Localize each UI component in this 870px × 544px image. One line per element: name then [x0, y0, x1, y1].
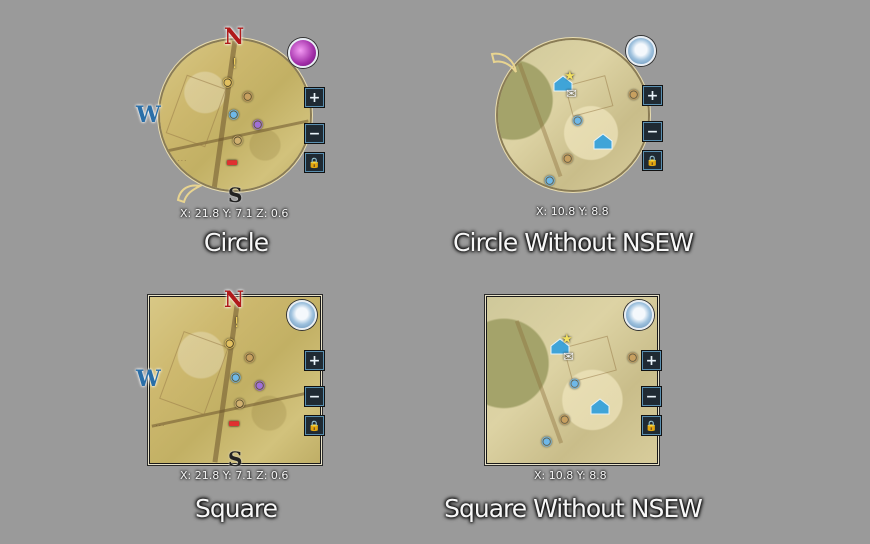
npc-icon[interactable]: ◉	[244, 351, 255, 364]
npc-icon[interactable]: ◉	[541, 435, 552, 448]
west-indicator: W	[136, 102, 161, 128]
aetheryte-icon[interactable]: ◉	[252, 118, 263, 131]
coordinates-readout: X: 10.8 Y: 8.8	[534, 469, 607, 482]
player-marker-icon: ▬	[228, 416, 241, 431]
zoom-out-button[interactable]: −	[305, 124, 324, 143]
npc-icon[interactable]: ◉	[562, 152, 573, 165]
zoom-out-button[interactable]: −	[305, 387, 324, 406]
variant-label: Square Without NSEW	[444, 494, 703, 523]
npc-icon[interactable]: ◉	[242, 90, 253, 103]
house-icon[interactable]	[589, 397, 611, 415]
npc-icon[interactable]: ◉	[228, 108, 239, 121]
variant-label: Circle Without NSEW	[453, 228, 694, 257]
ornament-icon	[490, 50, 518, 76]
west-indicator: W	[136, 366, 161, 392]
south-indicator: S	[228, 447, 243, 471]
npc-icon[interactable]: ◉	[544, 174, 555, 187]
npc-icon[interactable]: ◉	[569, 377, 580, 390]
map-view[interactable]: ! ◉ ◉ ◉ ◉ ◉ ▬ · · ·	[160, 40, 310, 190]
lock-button[interactable]: 🔒	[642, 416, 661, 435]
player-marker-icon: ▬	[226, 155, 239, 170]
npc-icon[interactable]: ◉	[628, 88, 639, 101]
npc-icon[interactable]: ◉	[234, 397, 245, 410]
npc-icon[interactable]: ◉	[627, 351, 638, 364]
zoom-in-button[interactable]: +	[642, 351, 661, 370]
favorite-star-icon[interactable]: ★	[564, 70, 576, 83]
weather-icon[interactable]	[287, 300, 317, 330]
coordinates-readout: X: 21.8 Y: 7.1 Z: 0.6	[180, 469, 289, 482]
place-label: · · ·	[156, 423, 164, 429]
npc-icon[interactable]: ◉	[572, 114, 583, 127]
zoom-out-button[interactable]: −	[642, 387, 661, 406]
map-view[interactable]: ★ ✉ ◉ ◉ ◉ ◉	[498, 40, 648, 190]
variant-label: Circle	[203, 228, 269, 257]
lock-button[interactable]: 🔒	[305, 416, 324, 435]
npc-icon[interactable]: ◉	[224, 337, 235, 350]
npc-icon[interactable]: ◉	[232, 134, 243, 147]
letter-icon[interactable]: ✉	[566, 88, 577, 101]
zoom-in-button[interactable]: +	[643, 86, 662, 105]
letter-icon[interactable]: ✉	[563, 351, 574, 364]
ornament-icon	[174, 178, 204, 204]
npc-icon[interactable]: ◉	[230, 371, 241, 384]
south-indicator: S	[228, 183, 243, 207]
weather-icon[interactable]	[624, 300, 654, 330]
quest-icon[interactable]: !	[232, 58, 237, 71]
weather-icon[interactable]	[626, 36, 656, 66]
zoom-out-button[interactable]: −	[643, 122, 662, 141]
quest-icon[interactable]: !	[234, 317, 239, 330]
weather-icon[interactable]	[288, 38, 318, 68]
lock-button[interactable]: 🔒	[305, 153, 324, 172]
coordinates-readout: X: 10.8 Y: 8.8	[536, 205, 609, 218]
aetheryte-icon[interactable]: ◉	[254, 379, 265, 392]
npc-icon[interactable]: ◉	[559, 413, 570, 426]
place-label: · · ·	[178, 158, 186, 164]
favorite-star-icon[interactable]: ★	[561, 333, 573, 346]
variant-label: Square	[194, 494, 278, 523]
zoom-in-button[interactable]: +	[305, 351, 324, 370]
zoom-in-button[interactable]: +	[305, 88, 324, 107]
coordinates-readout: X: 21.8 Y: 7.1 Z: 0.6	[180, 207, 289, 220]
npc-icon[interactable]: ◉	[222, 76, 233, 89]
lock-button[interactable]: 🔒	[643, 151, 662, 170]
north-indicator: N	[224, 24, 245, 50]
north-indicator: N	[224, 287, 245, 313]
house-icon[interactable]	[592, 132, 614, 150]
